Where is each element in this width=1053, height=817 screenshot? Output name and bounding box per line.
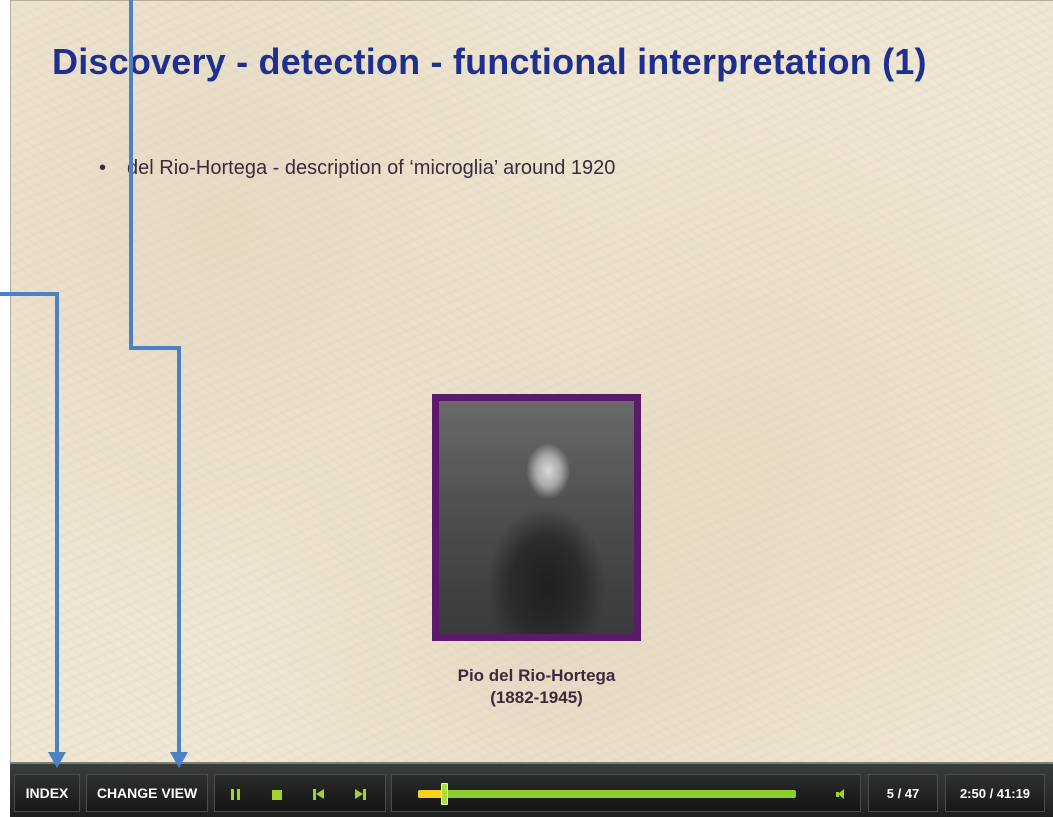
callout-line-segment	[129, 0, 133, 350]
callout-arrowhead	[48, 752, 66, 768]
caption-name: Pio del Rio-Hortega	[457, 666, 616, 685]
bullet-item: • del Rio-Hortega - description of ‘micro…	[99, 157, 615, 180]
callout-line-segment	[0, 292, 59, 296]
caption-years: (1882-1945)	[490, 688, 583, 707]
slide-canvas: Discovery - detection - functional inter…	[10, 0, 1053, 762]
volume-icon[interactable]	[836, 789, 848, 800]
slide-title: Discovery - detection - functional inter…	[52, 41, 927, 82]
bullet-marker: •	[99, 157, 107, 179]
portrait-caption: Pio del Rio-Hortega (1882-1945)	[432, 665, 641, 709]
pause-icon[interactable]	[231, 789, 240, 800]
index-button[interactable]: INDEX	[14, 774, 80, 812]
player-control-bar: INDEX CHANGE VIEW 5 / 47 2:50 / 41:19	[10, 762, 1053, 817]
callout-line-segment	[129, 346, 181, 350]
callout-arrowhead	[170, 752, 188, 768]
portrait-photo	[432, 394, 641, 641]
time-counter: 2:50 / 41:19	[945, 774, 1045, 812]
progress-area	[391, 774, 861, 812]
previous-slide-icon[interactable]	[313, 789, 324, 800]
bullet-text: del Rio-Hortega - description of ‘microg…	[127, 157, 616, 179]
callout-line-segment	[177, 346, 181, 754]
callout-line-segment	[55, 292, 59, 754]
progress-track[interactable]	[418, 790, 796, 798]
change-view-button[interactable]: CHANGE VIEW	[86, 774, 208, 812]
slide-counter: 5 / 47	[868, 774, 938, 812]
stop-icon[interactable]	[272, 790, 282, 800]
next-slide-icon[interactable]	[355, 789, 366, 800]
portrait-image	[439, 401, 634, 634]
progress-scrubber-handle[interactable]	[441, 783, 448, 805]
transport-controls	[214, 774, 386, 812]
